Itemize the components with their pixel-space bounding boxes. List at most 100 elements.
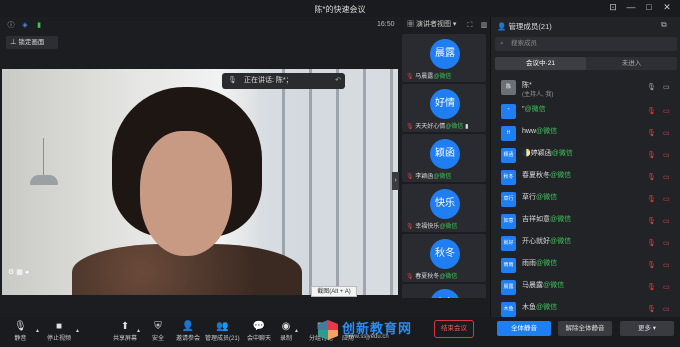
member-row[interactable]: H hww@微信 🎙 ▭ [495,123,677,146]
participant-tile[interactable]: 晨露 🎙 马晨露@微信 [402,34,486,82]
participant-tile[interactable]: 颖函 🎙 李颖函@微信 [402,134,486,182]
lock-label: 锁定画面 [18,39,45,46]
share-screen-button[interactable]: ⬆ 共享屏幕 [113,321,137,342]
search-input[interactable]: ⌕ 搜索成员 [495,37,677,51]
member-row[interactable]: " "@微信 🎙 ▭ [495,101,677,124]
manage-members-button[interactable]: 👥 管理成员(21) [205,321,240,342]
layout-icon[interactable]: ▥ [480,21,488,30]
maximize-icon[interactable]: □ [642,2,656,12]
watermark: 创新教育网 www.ssjyedu.cn [318,318,428,346]
microphone-icon[interactable]: 🎙 [647,83,656,91]
share-options-chevron-icon[interactable]: ▴ [137,327,140,334]
member-row[interactable]: 颖函 🌓婷颖函@微信 🎙 ▭ [495,145,677,168]
avatar: 草行 [501,192,516,207]
avatar: 就好 [501,236,516,251]
chat-button[interactable]: 💬 会中聊天 [247,321,271,342]
participant-name: 🎙 春夏秋冬@微信 [406,274,458,280]
title-bar: 陈*的快速会议 ⊡ — □ ✕ [0,0,680,17]
record-options-chevron-icon[interactable]: ▴ [295,327,298,334]
member-row[interactable]: 如意 吉祥如意@微信 🎙 ▭ [495,211,677,234]
camera-off-icon[interactable]: ▭ [663,261,670,269]
popout-icon[interactable]: ⧉ [661,20,667,30]
shield-icon[interactable]: ◈ [21,21,29,30]
main-video[interactable] [2,69,398,295]
mic-muted-icon[interactable]: 🎙 [647,239,656,247]
collapse-tiles-button[interactable]: › [392,172,399,190]
participant-tile[interactable]: 好情 🎙 天天好心情@微信 ▮ [402,84,486,132]
avatar: 颖函 [501,148,516,163]
grid-icon: ▦ [407,21,416,28]
avatar: " [501,104,516,119]
mic-muted-icon[interactable]: 🎙 [647,151,656,159]
member-row[interactable]: 草行 草行@微信 🎙 ▭ [495,189,677,212]
camera-off-icon[interactable]: ▭ [663,239,670,247]
member-tabs: 会议中·21 未进入 [495,57,677,70]
camera-icon[interactable]: ▭ [663,83,670,91]
mic-muted-icon[interactable]: 🎙 [647,173,656,181]
mic-muted-icon[interactable]: 🎙 [647,217,656,225]
unmute-all-button[interactable]: 解除全体静音 [558,321,612,336]
more-button[interactable]: 更多 ▾ [620,321,674,336]
participant-name: 🎙 幸福快乐@微信 [406,224,458,230]
lock-screen-button[interactable]: ⊥ 锁定画面 [6,36,58,49]
mute-all-button[interactable]: 全体静音 [497,321,551,336]
avatar: 好情 [430,89,460,119]
camera-off-icon[interactable]: ▭ [663,173,670,181]
member-name: 木鱼@微信 [522,304,558,311]
screenshot-tooltip: 截图(Alt + A) [311,286,357,297]
participant-tile[interactable]: 快乐 🎙 幸福快乐@微信 [402,184,486,232]
tab-not-joined[interactable]: 未进入 [586,57,677,70]
mic-muted-icon[interactable]: 🎙 [647,305,656,313]
member-row[interactable]: 陈 陈* (主持人, 我) 🎙 ▭ [495,77,677,100]
avatar: 秋冬 [430,239,460,269]
tab-in-meeting[interactable]: 会议中·21 [495,57,586,70]
record-button[interactable]: ◉ 录制 [280,321,292,342]
security-button[interactable]: ⛨ 安全 [152,321,164,342]
camera-off-icon[interactable]: ▭ [663,151,670,159]
participant-tiles: 晨露 🎙 马晨露@微信 好情 🎙 天天好心情@微信 ▮ 颖函 🎙 李颖函@微信 … [402,34,486,298]
member-role: (主持人, 我) [522,92,554,98]
mic-muted-icon: 🎙 [406,74,414,80]
chat-icon: 💬 [252,321,266,332]
mic-muted-icon: 🎙 [406,124,414,130]
mic-muted-icon[interactable]: 🎙 [647,261,656,269]
minimize-icon[interactable]: — [624,2,638,12]
info-icon[interactable]: ⓘ [7,21,15,30]
close-icon[interactable]: ✕ [660,2,674,13]
camera-off-icon[interactable]: ▭ [663,129,670,137]
mic-muted-icon[interactable]: 🎙 [647,283,656,291]
settings-icon[interactable]: ⚙ [8,269,14,276]
avatar: H [501,126,516,141]
avatar: 快乐 [430,189,460,219]
member-row[interactable]: 晨露 马晨露@微信 🎙 ▭ [495,277,677,300]
view-switch-button[interactable]: ▦ 演讲者视图 ▾ [407,19,456,29]
video-options-chevron-icon[interactable]: ▴ [76,327,79,334]
grid-icon[interactable]: ▦ [16,269,23,276]
avatar: 木鱼 [501,302,516,317]
collapse-icon[interactable]: ↶ [335,73,341,89]
mic-muted-icon[interactable]: 🎙 [647,107,656,115]
mute-options-chevron-icon[interactable]: ▴ [36,327,39,334]
participant-tile[interactable]: 秋冬 🎙 春夏秋冬@微信 [402,234,486,282]
camera-off-icon[interactable]: ▭ [663,283,670,291]
participant-tile[interactable]: 木鱼 [402,284,486,298]
avatar: 如意 [501,214,516,229]
avatar: 秋冬 [501,170,516,185]
stop-video-button[interactable]: ■ 停止视频 [47,321,71,342]
mute-button[interactable]: 🎙 静音 [14,321,27,342]
watermark-logo [318,320,338,340]
camera-off-icon[interactable]: ▭ [663,217,670,225]
mic-muted-icon[interactable]: 🎙 [647,129,656,137]
member-row[interactable]: 秋冬 春夏秋冬@微信 🎙 ▭ [495,167,677,190]
member-row[interactable]: 雨雨 雨雨@微信 🎙 ▭ [495,255,677,278]
mic-muted-icon[interactable]: 🎙 [647,195,656,203]
camera-off-icon[interactable]: ▭ [663,195,670,203]
fullscreen-icon[interactable]: ⛶ [466,21,474,30]
member-row[interactable]: 就好 开心就好@微信 🎙 ▭ [495,233,677,256]
pin-icon[interactable]: ⊡ [606,2,620,13]
camera-off-icon[interactable]: ▭ [663,107,670,115]
arrow-left-icon[interactable]: ◂ [25,269,29,276]
invite-button[interactable]: 👤 邀请参会 [176,321,200,342]
end-meeting-button[interactable]: 结束会议 [434,320,474,338]
camera-off-icon[interactable]: ▭ [663,305,670,313]
